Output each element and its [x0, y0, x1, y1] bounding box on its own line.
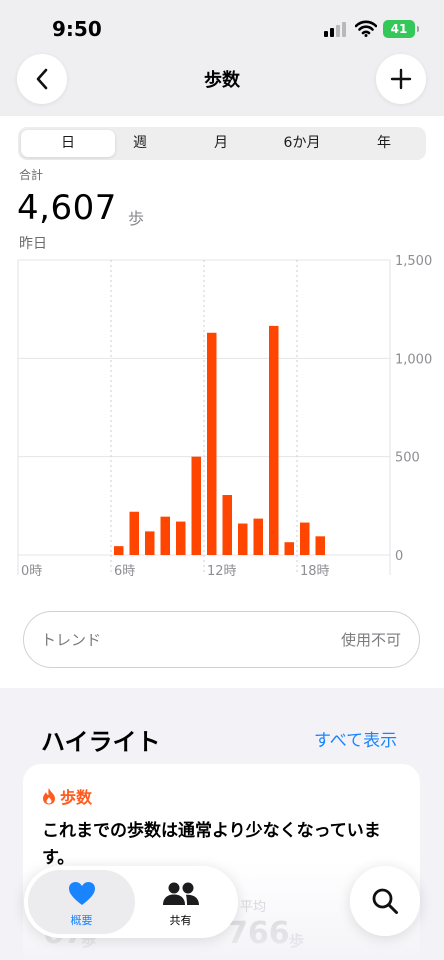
chart-bar[interactable]: [238, 523, 248, 555]
chart-bar[interactable]: [207, 332, 217, 555]
chart-bar[interactable]: [176, 521, 186, 555]
chart-bar[interactable]: [269, 325, 279, 555]
x-tick-label: 12時: [207, 564, 237, 579]
plus-icon: [390, 68, 412, 90]
total-steps-value: 4,607: [17, 188, 117, 228]
add-data-button[interactable]: [376, 54, 426, 104]
segment-day[interactable]: 日: [28, 127, 108, 160]
chart-bar[interactable]: [222, 495, 233, 555]
steps-bar-chart[interactable]: 1,500 1,000 500 0 0時 6時 12時 18時: [0, 250, 444, 585]
chart-bar[interactable]: [191, 456, 202, 555]
y-tick-label: 500: [395, 451, 420, 466]
tab-sharing-label: 共有: [169, 914, 192, 927]
total-label: 合計: [19, 168, 44, 182]
trend-value: 使用不可: [340, 631, 401, 649]
segment-month[interactable]: 月: [181, 127, 261, 160]
chart-bar[interactable]: [284, 542, 295, 555]
trend-label: トレンド: [41, 631, 102, 649]
segment-six-months[interactable]: 6か月: [262, 127, 342, 160]
period-segmented-control: 日 週 月 6か月 年: [18, 127, 426, 160]
y-tick-label: 0: [395, 549, 403, 564]
tab-sharing[interactable]: 共有: [127, 866, 234, 938]
cellular-signal-icon: [324, 21, 348, 37]
y-tick-label: 1,500: [395, 254, 432, 269]
chart-bar[interactable]: [253, 518, 264, 555]
chart-bar[interactable]: [300, 522, 310, 555]
total-steps-unit: 歩: [128, 209, 145, 228]
heart-icon: [69, 882, 95, 905]
y-tick-label: 1,000: [395, 352, 432, 367]
battery-level: 41: [390, 22, 408, 36]
tab-bar: 概要 共有: [24, 866, 238, 938]
segment-week[interactable]: 週: [100, 127, 180, 160]
status-time: 9:50: [52, 17, 102, 41]
chart-bar[interactable]: [114, 546, 124, 555]
highlight-category-label: 歩数: [60, 788, 93, 807]
highlight-category: 歩数: [42, 784, 92, 808]
trend-row[interactable]: トレンド 使用不可: [23, 611, 420, 668]
highlights-title: ハイライト: [41, 728, 161, 756]
battery-indicator: 41: [383, 20, 419, 38]
tab-summary-label: 概要: [70, 914, 93, 927]
x-tick-label: 0時: [21, 564, 42, 579]
segment-year[interactable]: 年: [344, 127, 424, 160]
chart-bar[interactable]: [315, 536, 326, 555]
search-icon: [372, 888, 398, 914]
show-all-link[interactable]: すべて表示: [314, 726, 397, 751]
chart-bar[interactable]: [129, 511, 140, 555]
people-icon: [163, 882, 199, 905]
tab-summary[interactable]: 概要: [28, 866, 135, 938]
flame-icon: [43, 788, 55, 805]
chart-bar[interactable]: [160, 516, 171, 555]
wifi-icon: [355, 20, 377, 37]
search-button[interactable]: [350, 866, 420, 936]
x-tick-label: 18時: [300, 564, 330, 579]
chart-bar[interactable]: [145, 531, 155, 555]
x-tick-label: 6時: [114, 564, 135, 579]
